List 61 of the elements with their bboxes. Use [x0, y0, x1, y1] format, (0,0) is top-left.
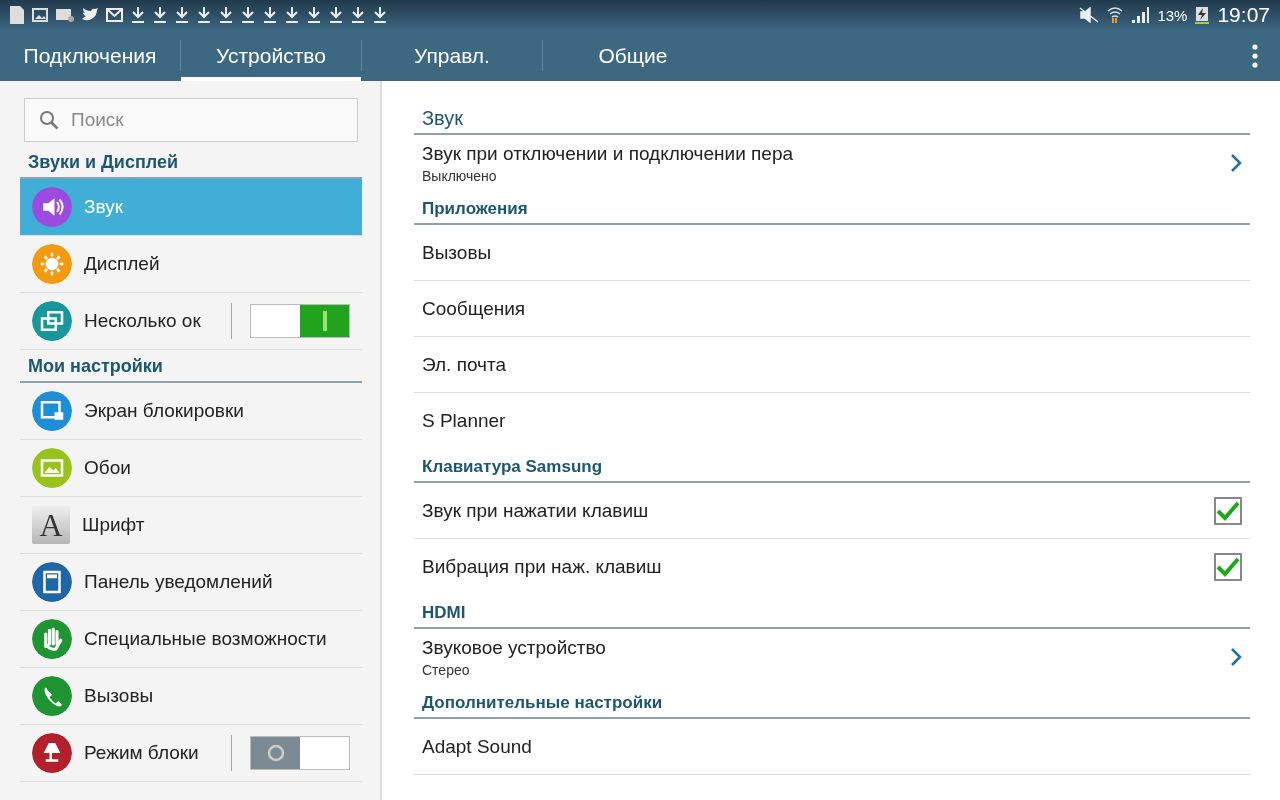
settings-row[interactable]: Вызовы — [414, 225, 1250, 281]
download-icon — [175, 7, 189, 23]
settings-row[interactable]: Вибрация при наж. клавиш — [414, 539, 1250, 595]
settings-row[interactable]: Звуковое устройство Стерео — [414, 629, 1250, 685]
section-header: Приложения — [414, 191, 1250, 225]
more-options-icon[interactable] — [1252, 43, 1258, 68]
search-field[interactable]: Поиск — [24, 98, 358, 142]
download-icon — [263, 7, 277, 23]
settings-row[interactable]: Звук при отключении и подключении пера Выключено — [414, 135, 1250, 191]
toggle-switch[interactable] — [250, 736, 350, 770]
download-icon — [197, 7, 211, 23]
tab[interactable]: Управл. — [362, 30, 542, 81]
tab[interactable]: Общие — [543, 30, 723, 81]
settings-row[interactable]: S Planner — [414, 393, 1250, 449]
section-header: Клавиатура Samsung — [414, 449, 1250, 483]
picture-icon — [32, 8, 48, 22]
settings-row[interactable]: Звук при нажатии клавиш — [414, 483, 1250, 539]
muted-speaker-icon — [1079, 7, 1100, 23]
chevron-right-icon — [1230, 647, 1242, 667]
sidebar-item[interactable]: Дисплей — [20, 236, 362, 293]
chevron-right-icon — [1230, 153, 1242, 173]
section-header: Звук — [414, 97, 1250, 135]
download-icon — [131, 7, 145, 23]
sidebar-item[interactable]: Экран блокировки — [20, 383, 362, 440]
envelope-icon — [106, 8, 123, 22]
wifi-icon — [1107, 6, 1124, 24]
toggle-switch[interactable] — [250, 304, 350, 338]
search-icon — [39, 110, 59, 130]
sidebar-item[interactable]: A Шрифт — [20, 497, 362, 554]
battery-percentage: 13% — [1157, 6, 1188, 24]
settings-row[interactable]: Adapt Sound — [414, 719, 1250, 775]
sidebar-item[interactable]: Вызовы — [20, 668, 362, 725]
sidebar-item[interactable]: Несколько ок — [20, 293, 362, 350]
clock-time: 19:07 — [1217, 3, 1270, 27]
settings-row[interactable]: Сообщения — [414, 281, 1250, 337]
charging-battery-icon — [1195, 6, 1210, 24]
search-input[interactable]: Поиск — [69, 108, 273, 132]
download-icon — [373, 7, 387, 23]
bird-icon — [82, 8, 98, 22]
signal-icon — [1131, 7, 1150, 23]
section-header: Мои настройки — [20, 350, 362, 383]
download-icon — [307, 7, 321, 23]
download-icon — [285, 7, 299, 23]
off-ring-icon — [265, 743, 286, 763]
sidebar-item[interactable]: Панель уведомлений — [20, 554, 362, 611]
section-header: HDMI — [414, 595, 1250, 629]
sidebar-item[interactable]: Обои — [20, 440, 362, 497]
settings-row[interactable]: Эл. почта — [414, 337, 1250, 393]
section-header: Дополнительные настройки — [414, 685, 1250, 719]
download-icon — [241, 7, 255, 23]
download-icon — [219, 7, 233, 23]
download-icon — [351, 7, 365, 23]
tab[interactable]: Подключения — [0, 30, 180, 81]
on-bar-icon — [322, 311, 327, 331]
sidebar-item[interactable]: Режим блоки — [20, 725, 362, 782]
letter-icon: A — [32, 506, 70, 544]
checkbox[interactable] — [1214, 553, 1242, 581]
sidebar-item[interactable]: Специальные возможности — [20, 611, 362, 668]
download-icon — [329, 7, 343, 23]
checkbox[interactable] — [1214, 496, 1242, 525]
download-icon — [153, 7, 167, 23]
